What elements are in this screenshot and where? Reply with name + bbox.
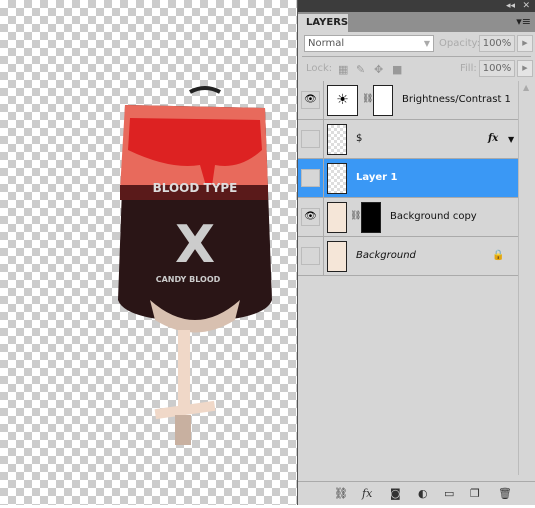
document-canvas[interactable]: BLOOD TYPE X CANDY BLOOD xyxy=(0,0,297,505)
lock-icon: 🔒 xyxy=(492,250,505,261)
layer-row-dollar[interactable]: $ fx ▼ xyxy=(298,120,518,159)
layers-scrollbar[interactable]: ▲ xyxy=(518,81,535,475)
panel-menu-icon[interactable]: ▾≡ xyxy=(516,15,531,28)
layer-row-layer-1[interactable]: Layer 1 xyxy=(298,159,518,198)
layer-thumbnail xyxy=(327,163,347,194)
visibility-eye-icon[interactable]: 👁 xyxy=(301,208,320,226)
new-group-icon[interactable]: ▭ xyxy=(444,487,454,500)
trash-icon[interactable]: 🗑 xyxy=(498,487,512,500)
layer-row-background-copy[interactable]: 👁 ⛓ Background copy xyxy=(298,198,518,237)
mask-thumbnail xyxy=(361,202,381,233)
bag-text-bottom: CANDY BLOOD xyxy=(156,275,221,284)
add-mask-icon[interactable]: ◙ xyxy=(390,487,401,500)
layers-list: 👁 ☀ ⛓ Brightness/Contrast 1 $ fx ▼ Layer… xyxy=(298,81,518,276)
adjustment-layer-icon[interactable]: ◐ xyxy=(418,487,428,500)
fill-label: Fill: xyxy=(460,63,477,74)
link-layers-icon[interactable]: ⛓ xyxy=(334,487,348,500)
blend-mode-value: Normal xyxy=(308,38,345,49)
opacity-slider-button[interactable]: ▶ xyxy=(517,35,533,52)
layer-name: $ xyxy=(356,133,363,144)
new-layer-icon[interactable]: ❐ xyxy=(470,487,480,500)
tab-layers[interactable]: LAYERS xyxy=(298,14,348,32)
expand-effects-icon[interactable]: ▼ xyxy=(508,135,514,144)
visibility-eye-icon[interactable]: 👁 xyxy=(301,91,320,109)
lock-all-icon[interactable]: ■ xyxy=(392,63,402,76)
visibility-toggle[interactable] xyxy=(301,130,320,148)
layer-name: Layer 1 xyxy=(356,172,398,183)
visibility-toggle[interactable] xyxy=(301,247,320,265)
add-style-icon[interactable]: fx xyxy=(362,487,372,500)
layer-thumbnail xyxy=(327,241,347,272)
fx-icon[interactable]: fx xyxy=(488,133,498,144)
close-icon[interactable]: ✕ xyxy=(522,0,530,12)
scroll-up-icon[interactable]: ▲ xyxy=(523,83,529,92)
link-icon[interactable]: ⛓ xyxy=(362,94,373,104)
blood-bag-image: BLOOD TYPE X CANDY BLOOD xyxy=(118,86,272,445)
layers-toolbar: ⛓ fx ◙ ◐ ▭ ❐ 🗑 xyxy=(298,481,535,505)
adjustment-thumbnail-icon: ☀ xyxy=(327,85,358,116)
mask-thumbnail xyxy=(373,85,393,116)
layer-name: Background xyxy=(356,250,416,261)
layers-panel: ◂◂ ✕ LAYERS ▾≡ Normal ▼ Opacity: 100% ▶ L… xyxy=(297,0,535,505)
visibility-toggle[interactable] xyxy=(301,169,320,187)
bag-symbol: X xyxy=(175,215,215,275)
link-icon[interactable]: ⛓ xyxy=(350,211,361,221)
layer-name: Brightness/Contrast 1 xyxy=(402,94,511,105)
chevron-down-icon: ▼ xyxy=(423,39,430,48)
lock-transparency-icon[interactable]: ▦ xyxy=(338,63,348,76)
layer-thumbnail xyxy=(327,124,347,155)
fill-slider-button[interactable]: ▶ xyxy=(517,60,533,77)
blend-mode-select[interactable]: Normal ▼ xyxy=(304,35,434,52)
fill-input[interactable]: 100% xyxy=(479,60,515,77)
layer-row-brightness-contrast[interactable]: 👁 ☀ ⛓ Brightness/Contrast 1 xyxy=(298,81,518,120)
lock-label: Lock: xyxy=(306,63,333,74)
opacity-input[interactable]: 100% xyxy=(479,35,515,52)
collapse-icon[interactable]: ◂◂ xyxy=(506,0,515,12)
lock-image-icon[interactable]: ✎ xyxy=(356,63,365,76)
lock-position-icon[interactable]: ✥ xyxy=(374,63,383,76)
layer-name: Background copy xyxy=(390,211,477,222)
layer-thumbnail xyxy=(327,202,347,233)
bag-text-top: BLOOD TYPE xyxy=(153,181,238,195)
opacity-label: Opacity: xyxy=(439,38,481,49)
layer-row-background[interactable]: Background 🔒 xyxy=(298,237,518,276)
panel-title-bar: ◂◂ ✕ xyxy=(298,0,535,12)
